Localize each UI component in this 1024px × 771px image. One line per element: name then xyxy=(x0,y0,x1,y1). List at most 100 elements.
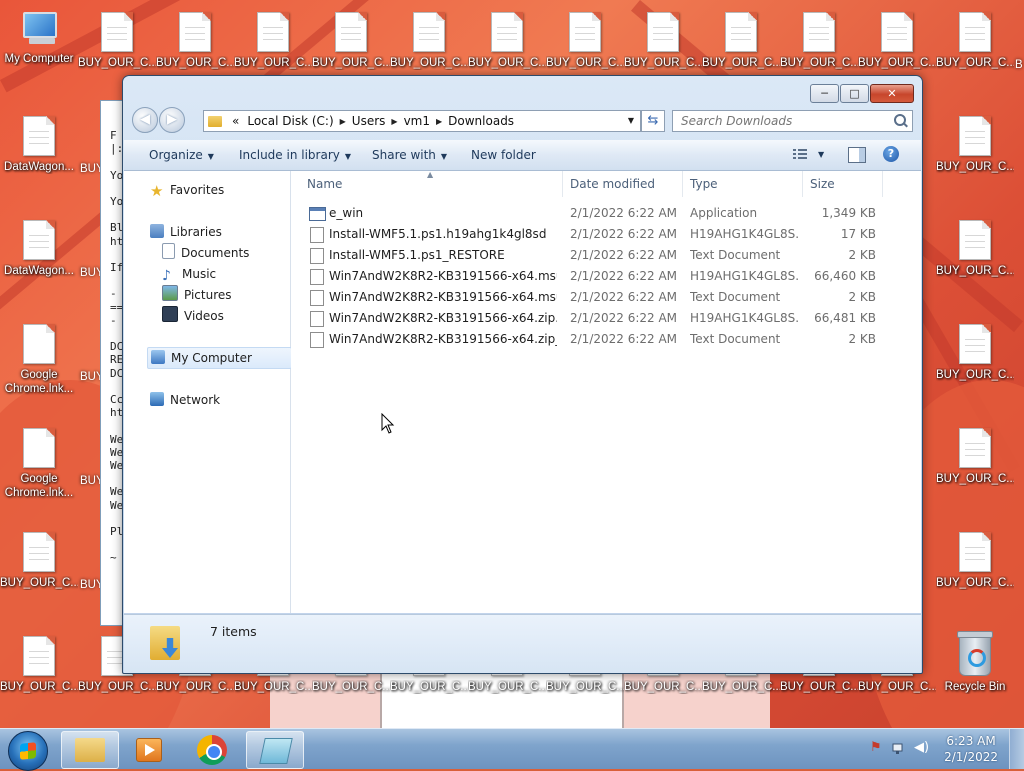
refresh-button[interactable]: ⇆ xyxy=(641,110,665,132)
column-header-date[interactable]: Date modified xyxy=(563,171,683,197)
view-options-icon[interactable] xyxy=(792,147,808,161)
close-button[interactable]: ✕ xyxy=(870,84,914,103)
action-center-flag-icon[interactable]: ⚑ xyxy=(870,741,884,755)
mouse-cursor-icon xyxy=(381,413,395,434)
organize-button[interactable]: Organize ▼ xyxy=(149,140,214,170)
new-folder-button[interactable]: New folder xyxy=(471,140,536,170)
desktop-icon-label: BUY_OUR_C... xyxy=(0,577,78,589)
desktop-icon-file[interactable]: Google Chrome.lnk... xyxy=(0,416,78,508)
search-input[interactable] xyxy=(673,111,891,130)
file-row[interactable]: Win7AndW2K8R2-KB3191566-x64.msu_R... 2/1/… xyxy=(291,287,891,308)
sort-ascending-icon: ▲ xyxy=(427,170,434,179)
volume-icon[interactable]: ◀) xyxy=(914,741,929,755)
desktop-icon-file[interactable]: BUY_OUR_C... xyxy=(78,0,156,80)
file-type: Text Document xyxy=(690,290,781,304)
notepad-icon xyxy=(259,738,293,764)
clock-time: 6:23 AM xyxy=(946,734,996,748)
new-folder-label: New folder xyxy=(471,148,536,162)
desktop-icon-file[interactable]: BUY_OUR_C... xyxy=(624,0,702,80)
desktop-icon-file[interactable]: BUY_OUR_C... xyxy=(0,520,78,600)
nav-item-pictures[interactable]: Pictures xyxy=(162,285,232,305)
file-row[interactable]: Win7AndW2K8R2-KB3191566-x64.msu.h1... 2/1… xyxy=(291,266,891,287)
desktop-icon-file[interactable]: BUY_OUR_C... xyxy=(156,0,234,80)
back-button[interactable]: ◀ xyxy=(132,107,158,133)
file-row[interactable]: e_win 2/1/2022 6:22 AM Application 1,349 KB xyxy=(291,203,891,224)
desktop-icon-file[interactable]: BUY_OUR_C... xyxy=(936,416,1014,496)
file-date: 2/1/2022 6:22 AM xyxy=(570,227,678,241)
desktop-icon-file[interactable]: BUY_OUR_C... xyxy=(936,0,1014,80)
nav-item-music[interactable]: ♪ Music xyxy=(162,264,216,284)
nav-item-videos[interactable]: Videos xyxy=(162,306,224,326)
file-row[interactable]: Install-WMF5.1.ps1_RESTORE 2/1/2022 6:22 … xyxy=(291,245,891,266)
network-tray-icon[interactable] xyxy=(892,741,906,755)
address-dropdown-icon[interactable]: ▼ xyxy=(622,111,640,131)
desktop-icon-file[interactable]: BUY_OUR_C... xyxy=(468,0,546,80)
desktop-icon-recycle-bin[interactable]: Recycle Bin xyxy=(936,624,1014,704)
breadcrumb-vm1[interactable]: vm1 xyxy=(404,114,430,128)
background-text-line: - xyxy=(110,287,117,301)
breadcrumb-overflow[interactable]: « xyxy=(232,114,239,128)
breadcrumb-downloads[interactable]: Downloads xyxy=(448,114,514,128)
desktop-icon-file[interactable]: BUY_OUR_C... xyxy=(0,624,78,704)
desktop-icon-file[interactable]: BUY_OUR_C... xyxy=(936,520,1014,600)
desktop-icon-file[interactable]: BUY_OUR_C... xyxy=(780,0,858,80)
desktop-icon-file[interactable]: BUY_OUR_C... xyxy=(858,0,936,80)
show-desktop-button[interactable] xyxy=(1009,729,1024,769)
nav-item-documents[interactable]: Documents xyxy=(162,243,249,263)
breadcrumb-local-disk[interactable]: Local Disk (C:) xyxy=(247,114,333,128)
nav-item-label: Network xyxy=(170,393,221,407)
nav-item-libraries[interactable]: Libraries xyxy=(150,222,222,242)
forward-button[interactable]: ▶ xyxy=(159,107,185,133)
desktop-icon-file[interactable]: BUY_OUR_C... xyxy=(936,208,1014,288)
desktop-icon-file[interactable]: BUY_OUR_C... xyxy=(234,0,312,80)
breadcrumb-separator-icon[interactable]: ▶ xyxy=(340,117,346,126)
column-header-name[interactable]: Name ▲ xyxy=(291,170,563,197)
desktop-icon-label: BUY_OUR_C... xyxy=(390,681,468,693)
help-icon[interactable]: ? xyxy=(883,146,899,162)
search-box[interactable] xyxy=(672,110,913,132)
taskbar-explorer-button[interactable] xyxy=(61,731,119,769)
file-size: 2 KB xyxy=(848,332,876,346)
view-dropdown-icon[interactable]: ▼ xyxy=(818,140,824,170)
include-in-library-button[interactable]: Include in library ▼ xyxy=(239,140,351,170)
document-icon xyxy=(491,12,523,52)
nav-item-my-computer[interactable]: My Computer xyxy=(147,347,292,369)
desktop-icon-label: BUY_OUR_C... xyxy=(312,681,390,693)
preview-pane-icon[interactable] xyxy=(848,147,866,163)
breadcrumb-users[interactable]: Users xyxy=(352,114,386,128)
desktop-icon-file[interactable]: DataWagon... xyxy=(0,104,78,184)
breadcrumb-separator-icon[interactable]: ▶ xyxy=(391,117,397,126)
column-header-size[interactable]: Size xyxy=(803,171,883,197)
desktop-icon-label: BUY_OUR_C... xyxy=(858,681,936,693)
file-type: Text Document xyxy=(690,332,781,346)
start-button[interactable] xyxy=(8,731,48,771)
file-row[interactable]: Install-WMF5.1.ps1.h19ahg1k4gl8sd 2/1/202… xyxy=(291,224,891,245)
desktop-icon-file[interactable]: DataWagon... xyxy=(0,208,78,288)
desktop-icon-file[interactable]: BUY_OUR_C... xyxy=(936,104,1014,184)
system-clock[interactable]: 6:23 AM 2/1/2022 xyxy=(944,733,998,765)
desktop-icon-my-computer[interactable]: My Computer xyxy=(0,0,78,80)
file-row[interactable]: Win7AndW2K8R2-KB3191566-x64.zip.h19... 2/… xyxy=(291,308,891,329)
desktop-icon-file[interactable]: BUY_OUR_C... xyxy=(936,312,1014,392)
search-icon[interactable] xyxy=(894,114,906,126)
taskbar-chrome-button[interactable] xyxy=(184,731,240,767)
nav-item-favorites[interactable]: ★ Favorites xyxy=(150,180,224,200)
minimize-button[interactable]: ─ xyxy=(810,84,839,103)
taskbar-media-player-button[interactable] xyxy=(122,731,178,767)
taskbar-notepad-button[interactable] xyxy=(246,731,304,769)
desktop-icon-file[interactable]: BUY_OUR_C... xyxy=(390,0,468,80)
file-row[interactable]: Win7AndW2K8R2-KB3191566-x64.zip_RES... 2/… xyxy=(291,329,891,350)
desktop-icon-file[interactable]: BUY_OUR_C... xyxy=(702,0,780,80)
text-file-icon xyxy=(310,248,324,264)
maximize-button[interactable]: □ xyxy=(840,84,869,103)
breadcrumb-separator-icon[interactable]: ▶ xyxy=(436,117,442,126)
column-header-type[interactable]: Type xyxy=(683,171,803,197)
desktop-icon-file[interactable]: Google Chrome.lnk... xyxy=(0,312,78,404)
folder-download-icon xyxy=(150,620,182,662)
desktop-icon-file[interactable]: BUY_OUR_C... xyxy=(546,0,624,80)
address-bar[interactable]: « Local Disk (C:) ▶ Users ▶ vm1 ▶ Downlo… xyxy=(203,110,641,132)
nav-item-network[interactable]: Network xyxy=(150,390,220,410)
document-icon xyxy=(959,116,991,156)
share-with-button[interactable]: Share with ▼ xyxy=(372,140,447,170)
desktop-icon-file[interactable]: BUY_OUR_C... xyxy=(312,0,390,80)
